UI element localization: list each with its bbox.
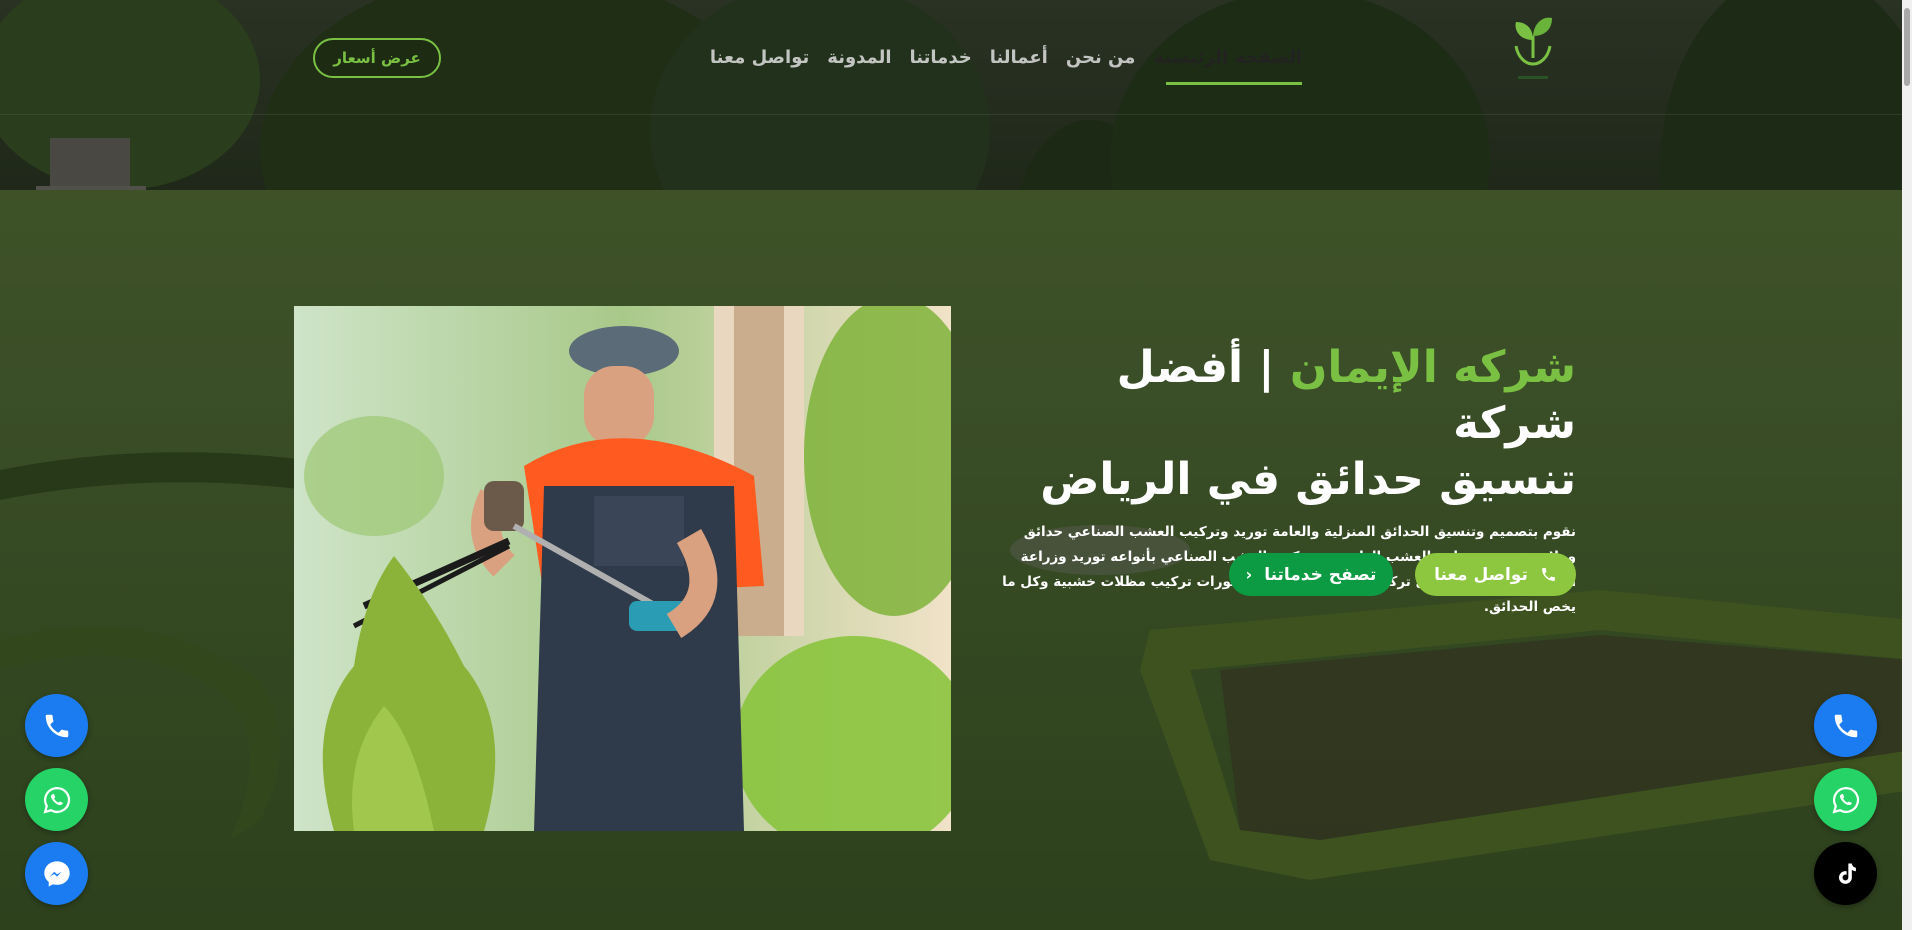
hero-title-brand: شركه الإيمان	[1289, 342, 1576, 393]
floating-whatsapp-button-right[interactable]	[1814, 768, 1877, 831]
page-scrollbar[interactable]	[1902, 0, 1912, 930]
site-header: الصفحة الرئيسية من نحن أعمالنا خدماتنا ا…	[0, 0, 1912, 115]
floating-call-button-left[interactable]	[25, 694, 88, 757]
nav-item-home[interactable]: الصفحة الرئيسية	[1153, 40, 1302, 76]
chevron-left-icon: ‹	[1245, 565, 1253, 584]
hero-image	[294, 306, 951, 831]
quote-button[interactable]: عرض أسعار	[313, 38, 441, 78]
nav-item-services[interactable]: خدماتنا	[910, 40, 972, 76]
browse-services-label: تصفح خدماتنا	[1264, 564, 1377, 585]
whatsapp-icon	[1832, 786, 1859, 813]
floating-whatsapp-button-left[interactable]	[25, 768, 88, 831]
contact-us-button[interactable]: تواصل معنا	[1415, 553, 1576, 596]
whatsapp-icon	[43, 786, 70, 813]
floating-call-button-right[interactable]	[1814, 694, 1877, 757]
nav-item-about[interactable]: من نحن	[1066, 40, 1136, 76]
active-nav-indicator	[1166, 82, 1302, 85]
phone-icon	[45, 714, 68, 737]
header-divider	[0, 114, 1912, 115]
main-nav: الصفحة الرئيسية من نحن أعمالنا خدماتنا ا…	[710, 40, 1302, 76]
scrollbar-thumb[interactable]	[1904, 8, 1910, 86]
nav-item-works[interactable]: أعمالنا	[990, 40, 1048, 76]
tiktok-icon	[1838, 863, 1856, 884]
hero-title: شركه الإيمان | أفضل شركة تنسيق حدائق في …	[990, 340, 1576, 508]
leaf-sprout-icon	[1514, 17, 1552, 79]
phone-icon	[1834, 714, 1857, 737]
hero-background	[0, 0, 1912, 930]
messenger-icon	[43, 860, 70, 887]
contact-us-label: تواصل معنا	[1434, 564, 1528, 585]
floating-messenger-button[interactable]	[25, 842, 88, 905]
nav-item-blog[interactable]: المدونة	[827, 40, 891, 76]
browse-services-button[interactable]: تصفح خدماتنا ‹	[1229, 553, 1393, 596]
nav-item-contact[interactable]: تواصل معنا	[710, 40, 809, 76]
floating-tiktok-button[interactable]	[1814, 842, 1877, 905]
phone-icon	[1542, 568, 1555, 581]
site-logo[interactable]	[1504, 6, 1562, 86]
hero-title-line2: تنسيق حدائق في الرياض	[1040, 454, 1576, 505]
gardener-trimming-bush-photo	[294, 306, 951, 831]
